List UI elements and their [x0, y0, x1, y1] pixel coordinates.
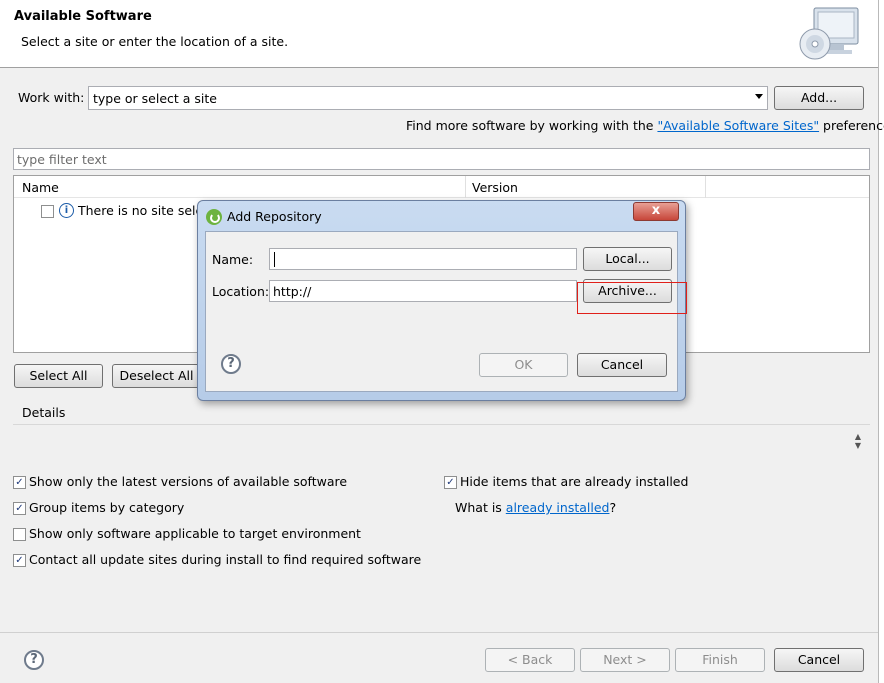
local-button[interactable]: Local... — [583, 247, 672, 271]
dialog-cancel-button[interactable]: Cancel — [577, 353, 667, 377]
help-icon[interactable]: ? — [24, 650, 44, 670]
contact-all-sites-checkbox-icon[interactable]: ✓ — [13, 554, 26, 567]
window-edge — [878, 0, 884, 683]
dialog-title: Add Repository — [227, 209, 322, 224]
details-area — [13, 424, 870, 466]
work-with-label: Work with: — [18, 90, 85, 105]
group-by-category-checkbox-icon[interactable]: ✓ — [13, 502, 26, 515]
table-header: Name Version — [14, 176, 869, 198]
ok-button[interactable]: OK — [479, 353, 568, 377]
info-icon: i — [59, 203, 74, 218]
find-more-prefix: Find more software by working with the — [406, 118, 658, 133]
next-button[interactable]: Next > — [580, 648, 670, 672]
deselect-all-button[interactable]: Deselect All — [112, 364, 201, 388]
hide-installed-label: Hide items that are already installed — [460, 474, 689, 489]
filter-input[interactable]: type filter text — [13, 148, 870, 170]
page-subtitle: Select a site or enter the location of a… — [21, 34, 289, 49]
table-row-message: There is no site selec — [78, 203, 211, 218]
details-label: Details — [22, 405, 66, 420]
find-more-text: Find more software by working with the "… — [406, 118, 884, 133]
column-separator — [465, 176, 466, 198]
close-icon[interactable]: x — [633, 202, 679, 221]
finish-button[interactable]: Finish — [675, 648, 765, 672]
location-label: Location: — [212, 284, 270, 299]
already-installed-link[interactable]: already installed — [506, 500, 610, 515]
page-title: Available Software — [14, 9, 152, 24]
hide-installed-checkbox-icon[interactable]: ✓ — [444, 476, 457, 489]
contact-all-sites-label: Contact all update sites during install … — [29, 552, 422, 567]
dialog-help-icon[interactable]: ? — [221, 354, 241, 374]
spring-leaf-icon — [206, 209, 222, 225]
text-caret — [274, 252, 275, 267]
what-is-prefix: What is — [455, 500, 506, 515]
details-scroll-arrows-icon[interactable]: ▲ ▼ — [852, 432, 864, 452]
add-site-button[interactable]: Add... — [774, 86, 864, 110]
available-software-sites-link[interactable]: "Available Software Sites" — [657, 118, 819, 133]
target-environment-checkbox-icon[interactable] — [13, 528, 26, 541]
location-field-value: http:// — [273, 284, 312, 299]
column-header-name[interactable]: Name — [22, 180, 59, 195]
row-checkbox[interactable] — [41, 205, 54, 218]
back-button[interactable]: < Back — [485, 648, 575, 672]
name-label: Name: — [212, 252, 254, 267]
select-all-button[interactable]: Select All — [14, 364, 103, 388]
filter-placeholder: type filter text — [17, 152, 107, 167]
column-separator — [705, 176, 706, 198]
find-more-suffix: preferences. — [823, 118, 884, 133]
name-field[interactable] — [269, 248, 577, 270]
wizard-header: Available Software Select a site or ente… — [0, 0, 878, 68]
what-is-suffix: ? — [609, 500, 617, 515]
target-environment-label: Show only software applicable to target … — [29, 526, 361, 541]
archive-highlight-box — [577, 282, 687, 314]
what-is-installed-text: What is already installed? — [455, 500, 616, 515]
site-combo[interactable]: type or select a site — [88, 86, 768, 110]
cancel-button[interactable]: Cancel — [774, 648, 864, 672]
show-latest-checkbox-icon[interactable]: ✓ — [13, 476, 26, 489]
show-latest-label: Show only the latest versions of availab… — [29, 474, 348, 489]
site-combo-value: type or select a site — [93, 91, 217, 106]
install-cd-icon — [799, 7, 859, 60]
chevron-down-icon[interactable] — [755, 94, 763, 99]
group-by-category-label: Group items by category — [29, 500, 185, 515]
location-field[interactable]: http:// — [269, 280, 577, 302]
bottom-separator — [0, 632, 878, 633]
column-header-version[interactable]: Version — [472, 180, 518, 195]
